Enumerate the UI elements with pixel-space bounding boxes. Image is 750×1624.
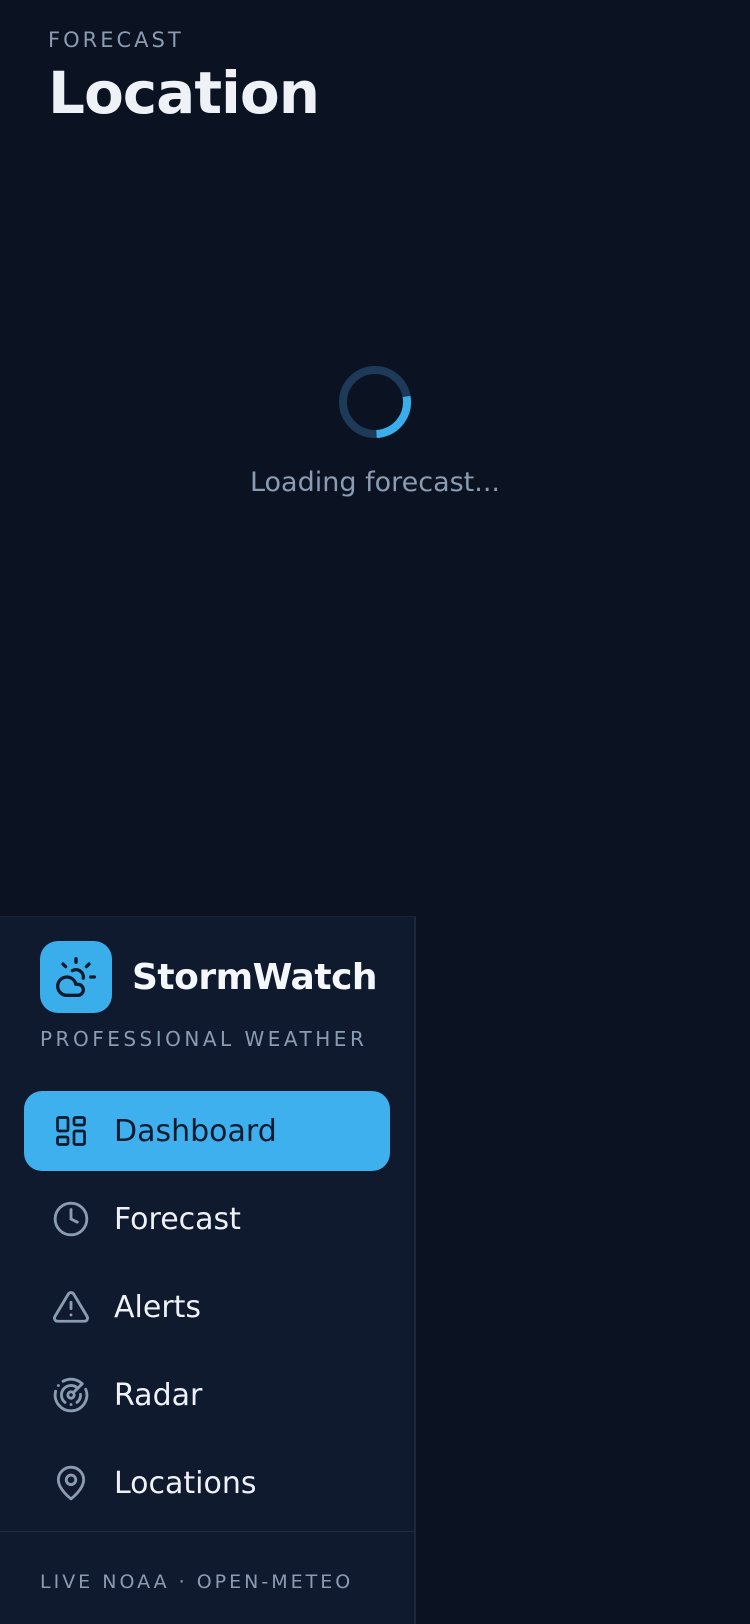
radar-icon bbox=[52, 1376, 90, 1414]
spinner-arc bbox=[339, 366, 411, 438]
page-title: Location bbox=[48, 59, 320, 127]
sidebar-item-alerts[interactable]: Alerts bbox=[24, 1267, 390, 1347]
sidebar-item-label: Forecast bbox=[114, 1201, 241, 1237]
sidebar-item-locations[interactable]: Locations bbox=[24, 1443, 390, 1523]
warning-triangle-icon bbox=[52, 1288, 90, 1326]
data-source-footer: LIVE NOAA · OPEN-METEO bbox=[40, 1571, 354, 1593]
loading-spinner-icon bbox=[339, 366, 411, 438]
sidebar-item-label: Locations bbox=[114, 1465, 257, 1501]
sidebar-item-label: Radar bbox=[114, 1377, 203, 1413]
clock-icon bbox=[52, 1200, 90, 1238]
page-header: FORECAST Location bbox=[48, 26, 320, 128]
brand-name: StormWatch bbox=[132, 956, 378, 998]
sidebar-item-dashboard[interactable]: Dashboard bbox=[24, 1091, 390, 1171]
loading-state: Loading forecast... bbox=[0, 364, 750, 502]
sidebar-item-forecast[interactable]: Forecast bbox=[24, 1179, 390, 1259]
app-screen: FORECAST Location Loading forecast... St… bbox=[0, 0, 750, 1624]
page-eyebrow: FORECAST bbox=[48, 28, 184, 52]
sidebar-nav: Dashboard Forecast Alerts Radar Location… bbox=[24, 1091, 390, 1531]
dashboard-grid-icon bbox=[52, 1112, 90, 1150]
sidebar-item-label: Dashboard bbox=[114, 1113, 277, 1149]
brand-subtitle: PROFESSIONAL WEATHER bbox=[40, 1027, 368, 1051]
map-pin-icon bbox=[52, 1464, 90, 1502]
loading-text: Loading forecast... bbox=[249, 467, 501, 498]
cloud-sun-icon bbox=[40, 941, 112, 1013]
sidebar-item-radar[interactable]: Radar bbox=[24, 1355, 390, 1435]
brand[interactable]: StormWatch bbox=[40, 941, 378, 1013]
sidebar-divider bbox=[0, 1531, 414, 1532]
sidebar: StormWatch PROFESSIONAL WEATHER Dashboar… bbox=[0, 916, 416, 1624]
sidebar-item-label: Alerts bbox=[114, 1289, 202, 1325]
